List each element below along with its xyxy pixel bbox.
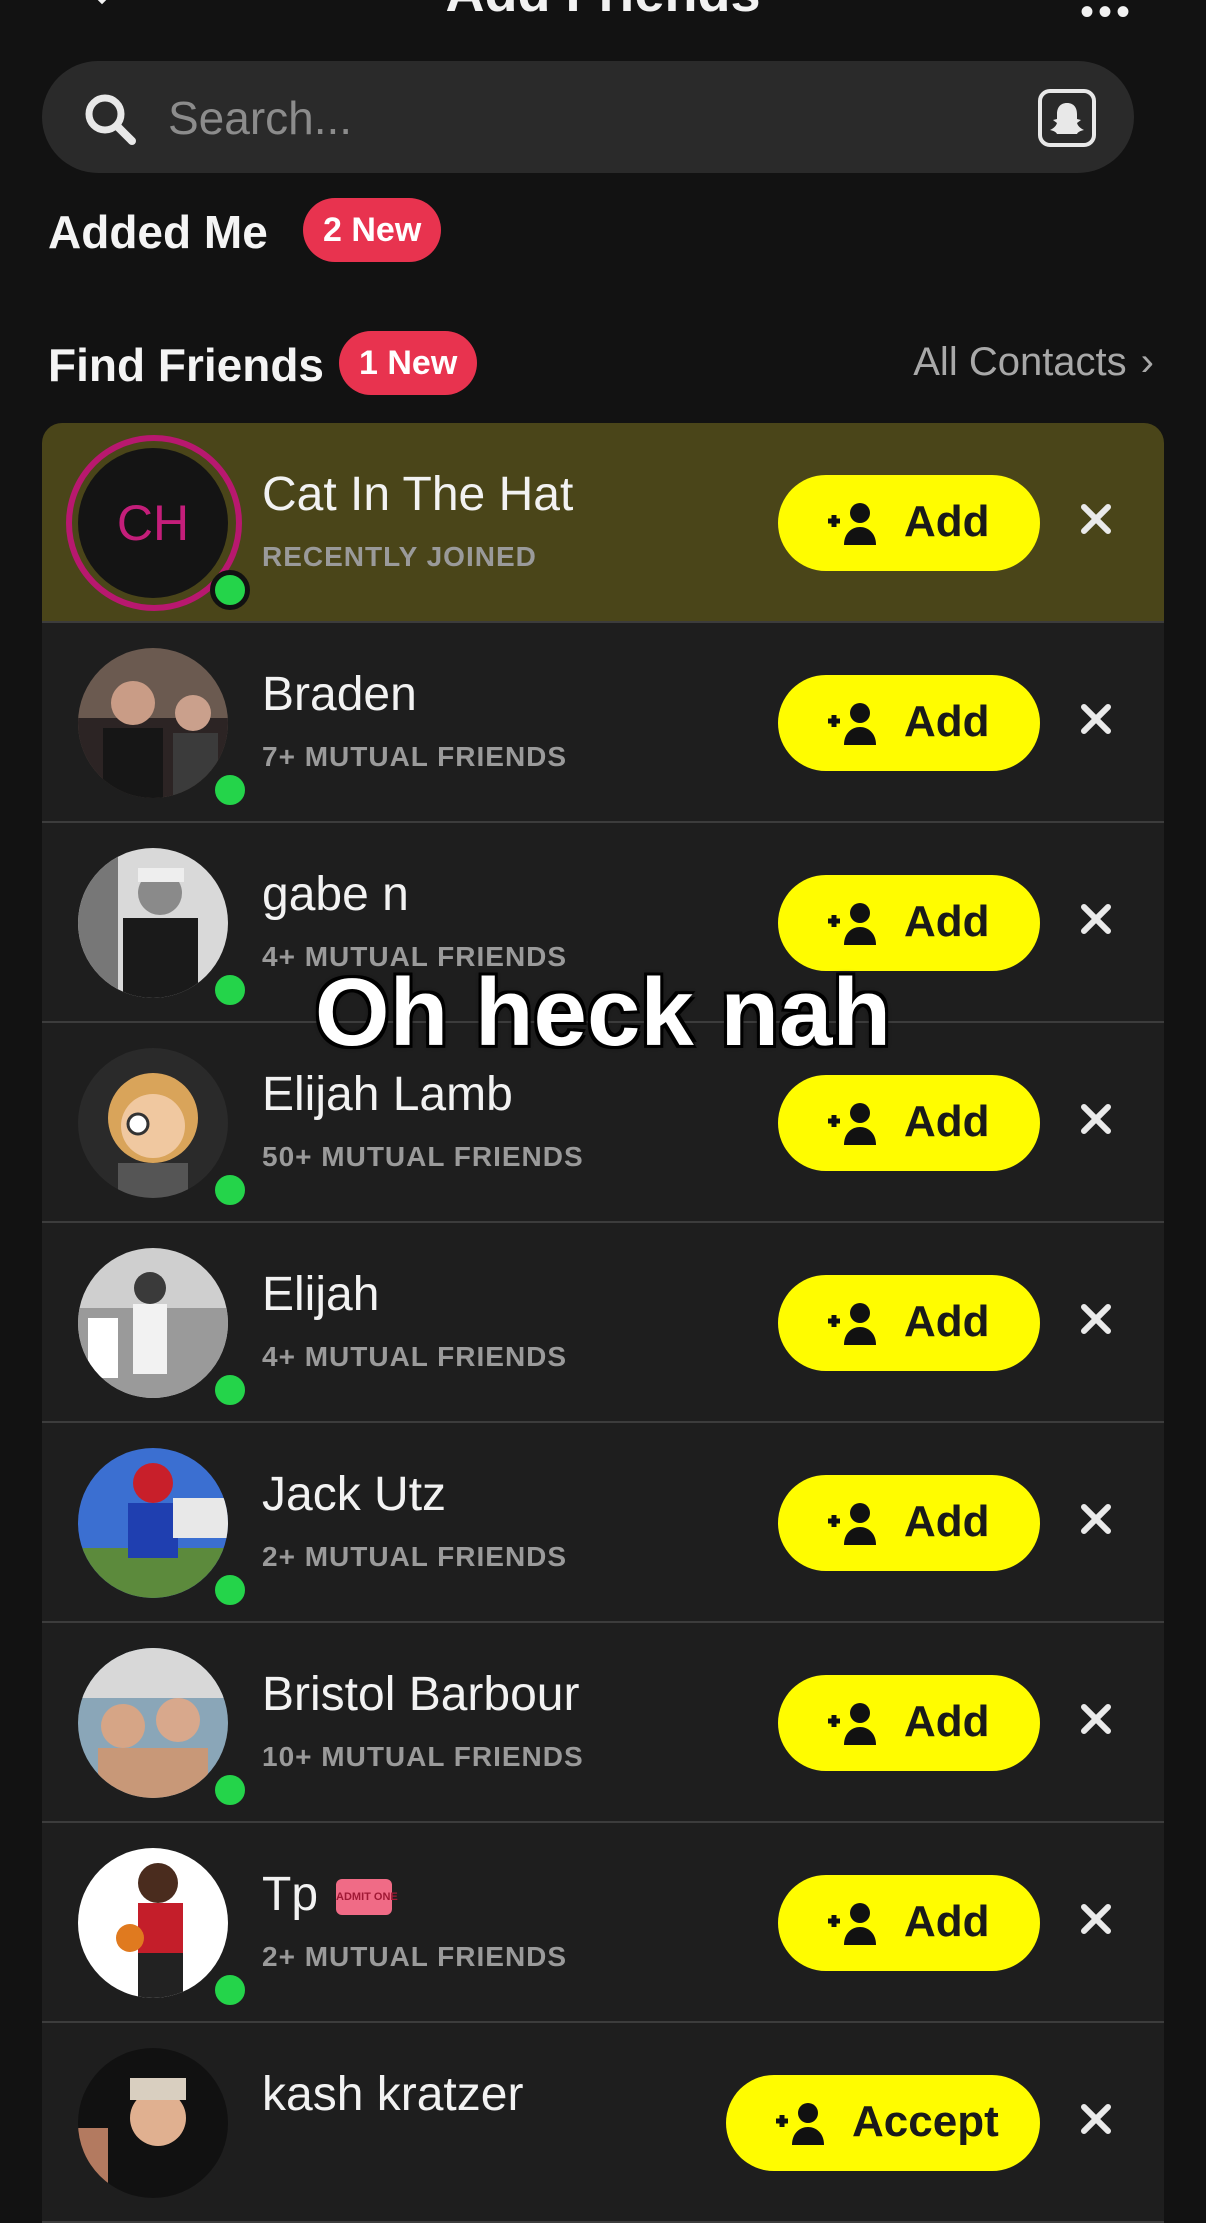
list-item[interactable]: Jack Utz 2+ MUTUAL FRIENDS Add [42,1423,1164,1623]
list-item[interactable]: Elijah 4+ MUTUAL FRIENDS Add [42,1223,1164,1423]
accept-button-label: Accept [852,2097,999,2146]
friend-suggestion-list: CH Cat In The Hat RECENTLY JOINED Add Br… [42,423,1164,2223]
list-item[interactable]: kash kratzer Accept [42,2023,1164,2223]
list-item[interactable]: Tp ADMIT ONE 2+ MUTUAL FRIENDS Add [42,1823,1164,2023]
add-friend-icon [828,1903,876,1945]
page-title: Add Friends [0,0,1206,24]
online-indicator [210,1170,250,1210]
friend-name: Elijah Lamb [262,1068,513,1121]
close-icon[interactable] [1076,1899,1116,1939]
add-button[interactable]: Add [778,1075,1040,1171]
accept-button[interactable]: Accept [726,2075,1040,2171]
added-me-title: Added Me [48,206,268,258]
add-friend-icon [828,703,876,745]
search-input[interactable]: Search... [168,91,352,145]
more-dots-icon[interactable]: ••• [1080,0,1134,35]
add-friend-icon [828,503,876,545]
add-button[interactable]: Add [778,675,1040,771]
find-friends-title: Find Friends [48,339,324,391]
friend-subtitle: RECENTLY JOINED [262,541,537,572]
all-contacts-label: All Contacts [913,340,1127,384]
add-button-label: Add [904,897,990,946]
add-button-label: Add [904,497,990,546]
add-button[interactable]: Add [778,1275,1040,1371]
avatar[interactable] [78,1448,228,1598]
friend-name: Braden [262,668,417,721]
add-friend-icon [828,1303,876,1345]
list-item[interactable]: Braden 7+ MUTUAL FRIENDS Add [42,623,1164,823]
friend-name: gabe n [262,868,409,921]
avatar[interactable] [78,848,228,998]
avatar[interactable] [78,2048,228,2198]
add-button[interactable]: Add [778,1675,1040,1771]
chevron-right-icon: › [1140,340,1154,384]
avatar[interactable] [78,1248,228,1398]
online-indicator [210,1770,250,1810]
list-item[interactable]: Bristol Barbour 10+ MUTUAL FRIENDS Add [42,1623,1164,1823]
friend-subtitle: 10+ MUTUAL FRIENDS [262,1741,584,1772]
friend-name: kash kratzer [262,2068,524,2121]
add-button-label: Add [904,1697,990,1746]
friend-name: Tp ADMIT ONE [262,1867,398,1922]
add-button[interactable]: Add [778,875,1040,971]
friend-name: Jack Utz [262,1468,447,1521]
online-indicator [210,570,250,610]
close-icon[interactable] [1076,499,1116,539]
online-indicator [210,1970,250,2010]
friend-subtitle: 2+ MUTUAL FRIENDS [262,1541,568,1572]
online-indicator [210,970,250,1010]
snapcode-icon[interactable] [1038,89,1096,147]
add-friend-icon [828,1703,876,1745]
avatar[interactable] [78,1848,228,1998]
all-contacts-link[interactable]: All Contacts › [913,340,1154,385]
friend-name-text: Tp [262,1868,319,1921]
add-friend-icon [828,903,876,945]
add-button-label: Add [904,1097,990,1146]
avatar[interactable] [78,648,228,798]
search-icon [85,94,136,145]
avatar[interactable]: CH [78,448,228,598]
close-icon[interactable] [1076,2099,1116,2139]
friend-name: Elijah [262,1268,380,1321]
friend-name: Cat In The Hat [262,468,574,521]
find-friends-badge: 1 New [339,331,478,395]
add-button[interactable]: Add [778,1475,1040,1571]
close-icon[interactable] [1076,699,1116,739]
close-icon[interactable] [1076,1499,1116,1539]
online-indicator [210,1570,250,1610]
added-me-badge: 2 New [303,198,442,262]
close-icon[interactable] [1076,1099,1116,1139]
add-button-label: Add [904,697,990,746]
add-friend-icon [828,1503,876,1545]
online-indicator [210,770,250,810]
add-button[interactable]: Add [778,475,1040,571]
add-button-label: Add [904,1497,990,1546]
friend-subtitle: 7+ MUTUAL FRIENDS [262,741,568,772]
add-button-label: Add [904,1897,990,1946]
friend-subtitle: 4+ MUTUAL FRIENDS [262,941,568,972]
add-friend-icon [828,1103,876,1145]
search-bar[interactable]: Search... [42,61,1134,173]
list-item[interactable]: Elijah Lamb 50+ MUTUAL FRIENDS Add [42,1023,1164,1223]
avatar[interactable] [78,1048,228,1198]
ticket-icon: ADMIT ONE [336,1879,398,1916]
online-indicator [210,1370,250,1410]
add-friend-icon [776,2103,824,2145]
list-item[interactable]: CH Cat In The Hat RECENTLY JOINED Add [42,423,1164,623]
friend-subtitle: 50+ MUTUAL FRIENDS [262,1141,584,1172]
add-button[interactable]: Add [778,1875,1040,1971]
close-icon[interactable] [1076,1299,1116,1339]
close-icon[interactable] [1076,1699,1116,1739]
friend-subtitle: 2+ MUTUAL FRIENDS [262,1941,568,1972]
add-button-label: Add [904,1297,990,1346]
friend-name: Bristol Barbour [262,1668,580,1721]
friend-subtitle: 4+ MUTUAL FRIENDS [262,1341,568,1372]
close-icon[interactable] [1076,899,1116,939]
header: Add Friends ••• [0,0,1206,50]
list-item[interactable]: gabe n 4+ MUTUAL FRIENDS Add [42,823,1164,1023]
avatar[interactable] [78,1648,228,1798]
